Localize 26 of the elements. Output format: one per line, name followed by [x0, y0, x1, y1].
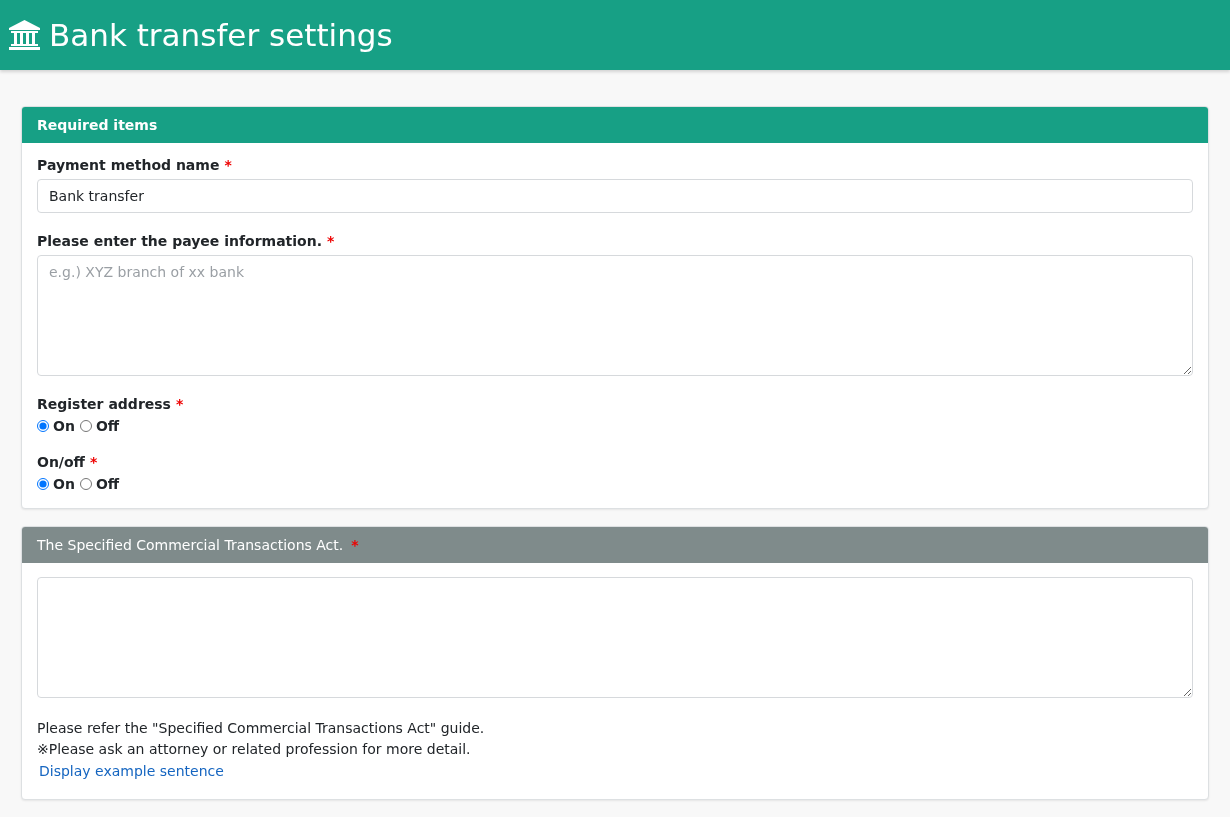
field-label: Payment method name: [37, 157, 220, 173]
card-title: Required items: [37, 117, 158, 133]
bank-icon: [8, 19, 41, 51]
radio-button[interactable]: [79, 478, 92, 490]
help-text: Please refer the "Specified Commercial Transactions Act" guide.: [37, 719, 486, 738]
required-mark: *: [224, 157, 232, 173]
radio-label: Off: [95, 418, 120, 434]
field-label: On/off: [37, 454, 85, 470]
radio-button[interactable]: [79, 420, 92, 432]
required-mark: *: [89, 454, 98, 470]
text-field[interactable]: Bank transfer: [37, 179, 1193, 213]
radio-label: On: [53, 418, 75, 434]
field-label: Register address: [37, 396, 171, 412]
help-text: ※Please ask an attorney or related profession for more detail.: [37, 740, 472, 759]
required-mark: *: [327, 233, 335, 249]
card-title: The Specified Commercial Transactions Act.: [37, 537, 344, 553]
radio-label: Off: [95, 476, 120, 492]
text-area[interactable]: e.g.) XYZ branch of xx bank: [37, 255, 1193, 376]
required-mark: *: [175, 396, 184, 412]
required-mark: *: [351, 537, 359, 553]
field-label: Please enter the payee information.: [37, 233, 322, 249]
radio-label: On: [53, 476, 75, 492]
radio-button[interactable]: [37, 420, 49, 432]
page-title: Bank transfer settings: [49, 17, 393, 53]
example-link[interactable]: Display example sentence: [39, 760, 224, 783]
radio-button[interactable]: [37, 478, 49, 490]
